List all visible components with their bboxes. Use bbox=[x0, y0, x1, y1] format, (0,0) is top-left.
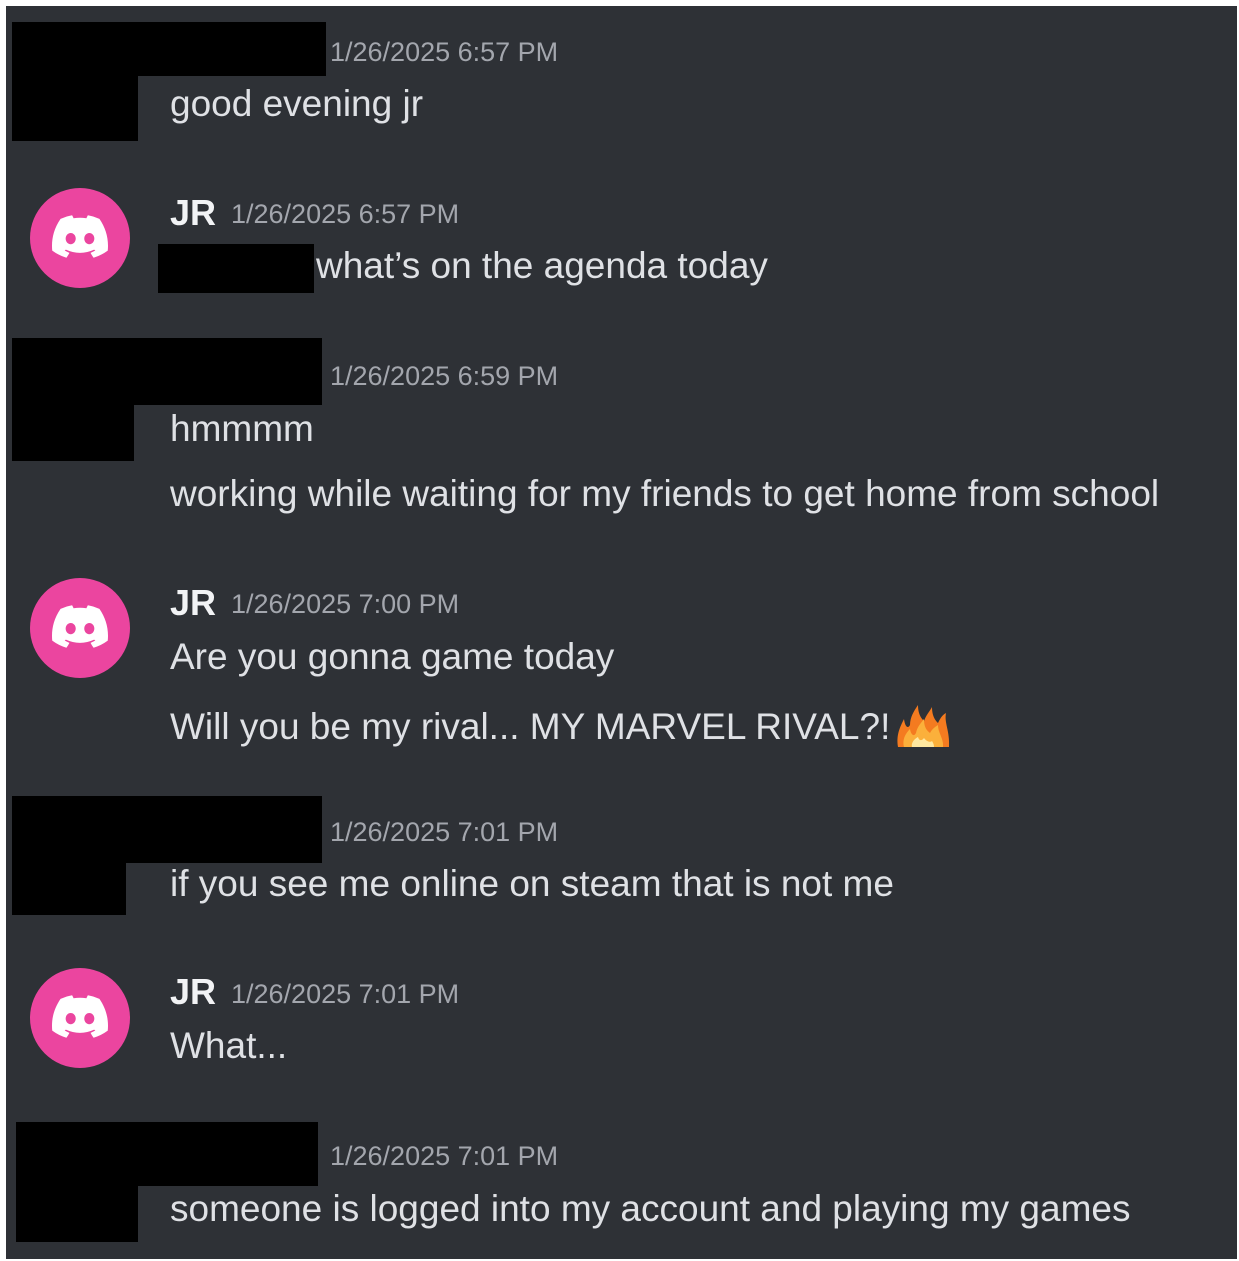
avatar[interactable] bbox=[30, 968, 130, 1068]
chat-message-list: 1/26/2025 6:57 PM good evening jr JR 1/2… bbox=[6, 6, 1237, 1259]
discord-logo-icon bbox=[52, 215, 108, 258]
message-text: What... bbox=[170, 1025, 288, 1066]
message-text: Are you gonna game today bbox=[170, 636, 615, 677]
message-timestamp: 1/26/2025 6:57 PM bbox=[330, 37, 559, 67]
message-timestamp: 1/26/2025 7:01 PM bbox=[330, 817, 559, 847]
redacted-mention bbox=[158, 244, 314, 293]
message-timestamp: 1/26/2025 6:59 PM bbox=[330, 361, 559, 391]
redacted-avatar bbox=[16, 1186, 138, 1242]
discord-logo-icon bbox=[52, 995, 108, 1038]
redacted-avatar bbox=[12, 863, 126, 915]
message-timestamp: 1/26/2025 7:01 PM bbox=[231, 979, 460, 1009]
avatar[interactable] bbox=[30, 188, 130, 288]
redacted-username bbox=[16, 1122, 318, 1186]
avatar[interactable] bbox=[30, 578, 130, 678]
message-text: working while waiting for my friends to … bbox=[170, 473, 1160, 514]
author-name[interactable]: JR bbox=[170, 974, 216, 1010]
message-text: someone is logged into my account and pl… bbox=[170, 1188, 1131, 1229]
message-line: Will you be my rival... MY MARVEL RIVAL?… bbox=[170, 703, 952, 747]
redacted-username bbox=[12, 338, 322, 405]
redacted-username bbox=[12, 22, 326, 76]
author-name[interactable]: JR bbox=[170, 195, 216, 231]
redacted-username bbox=[12, 796, 322, 863]
message-timestamp: 1/26/2025 7:01 PM bbox=[330, 1141, 559, 1171]
fire-emoji-icon bbox=[897, 705, 950, 747]
message-text: what’s on the agenda today bbox=[316, 245, 768, 286]
message-text: good evening jr bbox=[170, 83, 424, 124]
message-timestamp: 1/26/2025 7:00 PM bbox=[231, 589, 460, 619]
author-name[interactable]: JR bbox=[170, 585, 216, 621]
message-timestamp: 1/26/2025 6:57 PM bbox=[231, 199, 460, 229]
message-text: hmmmm bbox=[170, 408, 314, 449]
message-text: Will you be my rival... MY MARVEL RIVAL?… bbox=[170, 706, 891, 747]
redacted-avatar bbox=[12, 405, 134, 461]
message-text: if you see me online on steam that is no… bbox=[170, 863, 894, 904]
discord-logo-icon bbox=[52, 605, 108, 648]
redacted-avatar bbox=[12, 76, 138, 141]
